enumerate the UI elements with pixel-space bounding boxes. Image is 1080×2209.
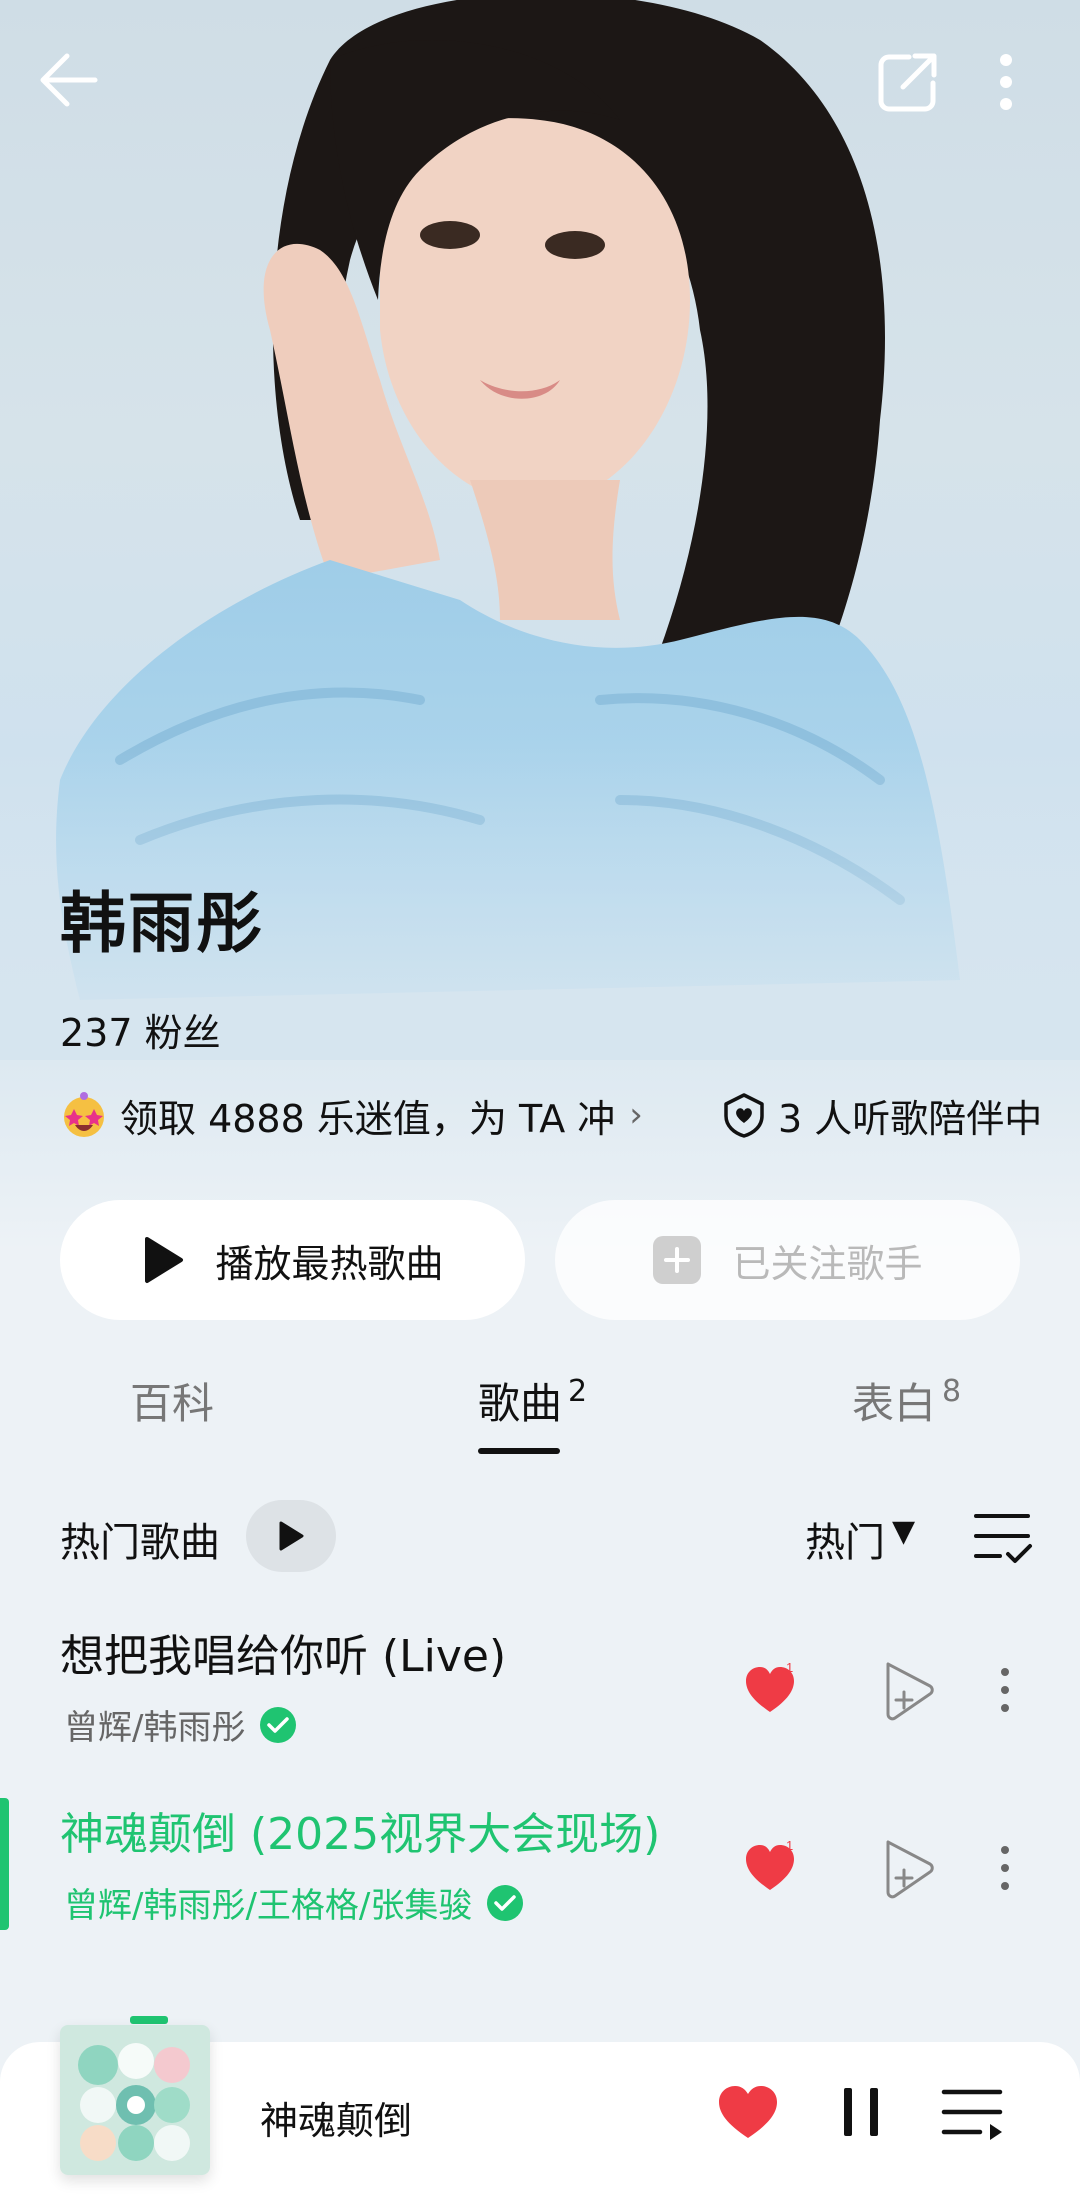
play-all-button[interactable]: [246, 1500, 336, 1572]
tab-confessions-count: 8: [942, 1374, 962, 1409]
verified-check-icon: [260, 1706, 297, 1743]
album-art: [60, 2025, 210, 2175]
play-hot-label: 播放最热歌曲: [215, 1241, 444, 1286]
play-hot-songs-button[interactable]: 播放最热歌曲: [60, 1200, 525, 1320]
active-tab-indicator: [478, 1448, 560, 1454]
tab-encyclopedia[interactable]: 百科: [130, 1370, 214, 1431]
song-row-playing[interactable]: 神魂颠倒 (2025视界大会现场) 曾辉/韩雨彤/王格格/张集骏 1: [0, 1798, 1080, 1948]
heart-icon[interactable]: 1: [742, 1660, 802, 1720]
add-to-playlist-icon[interactable]: [882, 1658, 938, 1722]
song-artists: 曾辉/韩雨彤: [64, 1700, 297, 1749]
more-vertical-icon[interactable]: [985, 1838, 1025, 1898]
song-title: 神魂颠倒 (2025视界大会现场): [60, 1809, 661, 1860]
artist-tabs: 百科 歌曲 2 表白 8: [0, 1370, 1080, 1460]
song-artists: 曾辉/韩雨彤/王格格/张集骏: [64, 1878, 524, 1927]
chevron-right-icon: ›: [629, 1095, 643, 1135]
more-vertical-icon[interactable]: [985, 1660, 1025, 1720]
cover-progress-tick: [130, 2016, 168, 2024]
plus-icon: [653, 1236, 702, 1284]
album-cover[interactable]: [60, 2025, 210, 2175]
sort-dropdown[interactable]: 热门: [805, 1510, 885, 1568]
more-vertical-icon[interactable]: [966, 42, 1046, 122]
pause-icon[interactable]: [840, 2082, 884, 2142]
tab-confessions[interactable]: 表白 8: [852, 1370, 961, 1431]
artist-name: 韩雨彤: [60, 885, 264, 962]
shield-heart-icon: [724, 1093, 764, 1138]
hot-songs-header: 热门歌曲 热门 ▼: [60, 1500, 1035, 1572]
artist-hero: [0, 0, 1080, 1250]
like-count: 1: [786, 1838, 793, 1853]
listening-companion[interactable]: 3 人听歌陪伴中: [722, 1090, 1043, 1141]
play-icon: [145, 1237, 184, 1283]
tab-songs-count: 2: [568, 1374, 588, 1409]
heart-icon[interactable]: 1: [742, 1838, 802, 1898]
share-icon[interactable]: [868, 42, 948, 122]
follow-label: 已关注歌手: [732, 1241, 923, 1286]
fan-count[interactable]: 237 粉丝: [60, 1002, 221, 1057]
section-title: 热门歌曲: [60, 1520, 220, 1566]
like-count: 1: [786, 1660, 793, 1675]
song-title: 想把我唱给你听 (Live): [60, 1631, 507, 1682]
promo-text: 领取 4888 乐迷值，为 TA 冲: [120, 1096, 616, 1141]
verified-check-icon: [487, 1884, 524, 1921]
caret-down-icon[interactable]: ▼: [892, 1514, 915, 1549]
song-row[interactable]: 想把我唱给你听 (Live) 曾辉/韩雨彤 1: [0, 1620, 1080, 1770]
list-check-icon[interactable]: [970, 1504, 1036, 1570]
heart-icon[interactable]: [715, 2082, 781, 2142]
tab-songs[interactable]: 歌曲 2: [478, 1370, 587, 1431]
follow-artist-button[interactable]: 已关注歌手: [555, 1200, 1020, 1320]
now-playing-title[interactable]: 神魂颠倒: [260, 2090, 412, 2145]
star-struck-emoji-icon: [64, 1092, 104, 1137]
companion-text: 3 人听歌陪伴中: [778, 1096, 1043, 1141]
now-playing-indicator: [0, 1798, 9, 1930]
add-to-playlist-icon[interactable]: [882, 1836, 938, 1900]
back-arrow-icon[interactable]: [28, 40, 108, 120]
play-icon: [279, 1521, 304, 1551]
playlist-icon[interactable]: [940, 2082, 1006, 2142]
